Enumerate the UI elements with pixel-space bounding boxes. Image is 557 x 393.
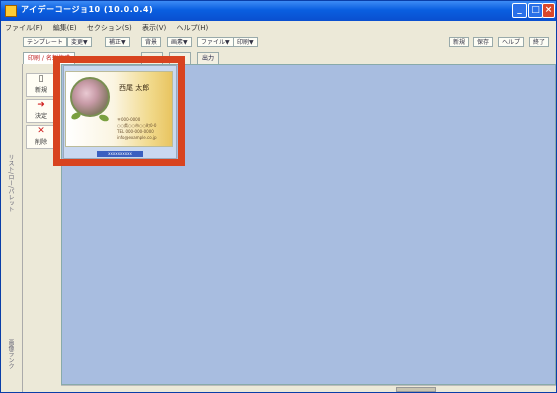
- card-email-line: info@example.co.jp: [117, 135, 157, 140]
- save-button[interactable]: 保存: [473, 37, 494, 47]
- menu-edit[interactable]: 編集(E): [49, 21, 81, 33]
- toolbar: テンプレート 変更▼ 補正▼ 背景 画素▼ ファイル▼ 印刷▼ 新規 保存 ヘル…: [1, 35, 556, 49]
- maximize-button[interactable]: □: [528, 3, 543, 18]
- app-window: アイデーコージョ10 (10.0.0.4) _ □ × ファイル(F) 編集(E…: [0, 0, 557, 393]
- list-palette-label[interactable]: リスト/ロー/パレット: [6, 154, 15, 212]
- menu-section[interactable]: セクション(S): [83, 21, 136, 33]
- minimize-button[interactable]: _: [512, 3, 527, 18]
- correct-dropdown[interactable]: 補正▼: [105, 37, 130, 47]
- image-rank-label[interactable]: 画像ランク: [6, 339, 15, 369]
- delete-x-icon: ✕: [37, 126, 45, 136]
- new-button[interactable]: 新規: [449, 37, 470, 47]
- exit-button[interactable]: 終了: [529, 37, 550, 47]
- scrollbar-thumb[interactable]: [396, 387, 436, 392]
- window-title: アイデーコージョ10 (10.0.0.4): [21, 5, 154, 14]
- decide-side-label: 決定: [34, 113, 47, 120]
- card-person-name: 西尾 太郎: [119, 84, 150, 92]
- menu-view[interactable]: 表示(V): [138, 21, 170, 33]
- template-button[interactable]: テンプレート: [23, 37, 67, 47]
- arrow-right-icon: ➜: [37, 100, 45, 110]
- menu-file[interactable]: ファイル(F): [1, 21, 47, 33]
- change-dropdown[interactable]: 変更▼: [67, 37, 92, 47]
- menu-bar: ファイル(F) 編集(E) セクション(S) 表示(V) ヘルプ(H): [1, 21, 556, 34]
- horizontal-scrollbar[interactable]: [61, 385, 556, 392]
- close-button[interactable]: ×: [542, 3, 555, 18]
- decide-side-button[interactable]: ➜ 決定: [26, 99, 56, 123]
- print-dropdown[interactable]: 印刷▼: [233, 37, 258, 47]
- tab-output[interactable]: 出力: [197, 52, 220, 64]
- new-side-button[interactable]: ▯ 新規: [26, 73, 56, 97]
- delete-side-label: 削除: [34, 139, 47, 146]
- left-pane: リスト/ロー/パレット 画像ランク: [1, 64, 23, 392]
- card-phone-line: TEL 000-000-0000: [117, 129, 154, 134]
- file-dropdown[interactable]: ファイル▼: [197, 37, 234, 47]
- flower-photo-image: [70, 77, 110, 117]
- pixel-dropdown[interactable]: 画素▼: [167, 37, 192, 47]
- delete-side-button[interactable]: ✕ 削除: [26, 125, 56, 149]
- background-button[interactable]: 背景: [141, 37, 162, 47]
- new-side-label: 新規: [34, 87, 47, 94]
- menu-help[interactable]: ヘルプ(H): [173, 21, 213, 33]
- title-bar[interactable]: アイデーコージョ10 (10.0.0.4) _ □ ×: [1, 1, 556, 21]
- help-button[interactable]: ヘルプ: [498, 37, 525, 47]
- new-doc-icon: ▯: [38, 74, 44, 84]
- app-icon: [5, 5, 17, 17]
- card-id-label: xxxxxxxxxx: [97, 151, 143, 157]
